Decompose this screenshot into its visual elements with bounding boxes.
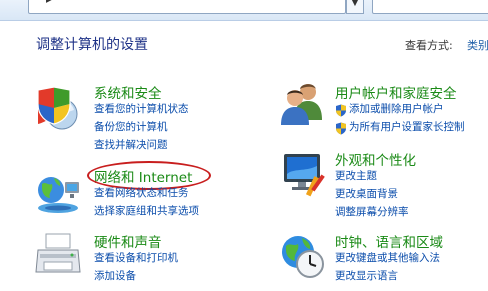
link-backup-computer[interactable]: 备份您的计算机	[94, 121, 168, 134]
printer-icon[interactable]	[34, 232, 82, 280]
uac-shield-icon	[336, 122, 346, 135]
breadcrumb-chevron-icon[interactable]: ▸	[46, 0, 52, 6]
category-title-clock-language[interactable]: 时钟、语言和区域	[335, 231, 443, 251]
link-change-keyboard-input[interactable]: 更改键盘或其他输入法	[335, 252, 440, 265]
address-field[interactable]	[28, 0, 346, 14]
clock-globe-icon[interactable]	[278, 232, 326, 280]
category-title-user-accounts[interactable]: 用户帐户和家庭安全	[335, 82, 457, 102]
view-by-selector[interactable]: 类别	[467, 37, 488, 53]
link-add-device[interactable]: 添加设备	[94, 270, 136, 283]
link-view-computer-status[interactable]: 查看您的计算机状态	[94, 103, 189, 116]
uac-shield-icon	[336, 104, 346, 117]
address-dropdown-button[interactable]: ▼	[346, 0, 364, 14]
link-change-desktop-background[interactable]: 更改桌面背景	[335, 188, 398, 201]
users-icon[interactable]	[278, 80, 326, 128]
link-adjust-resolution[interactable]: 调整屏幕分辨率	[335, 206, 409, 219]
link-parental-controls[interactable]: 为所有用户设置家长控制	[349, 121, 465, 134]
category-title-system-security[interactable]: 系统和安全	[94, 82, 162, 102]
category-title-hardware-sound[interactable]: 硬件和声音	[94, 231, 162, 251]
view-by-label: 查看方式:	[405, 39, 453, 52]
link-change-theme[interactable]: 更改主题	[335, 170, 377, 183]
link-network-status-tasks[interactable]: 查看网络状态和任务	[94, 187, 189, 200]
link-add-remove-users[interactable]: 添加或删除用户帐户	[349, 103, 444, 116]
page-title: 调整计算机的设置	[36, 37, 148, 53]
search-input[interactable]	[372, 0, 488, 14]
category-title-appearance[interactable]: 外观和个性化	[335, 149, 416, 169]
security-shield-icon[interactable]	[34, 84, 82, 132]
highlight-annotation-ellipse	[87, 161, 211, 190]
network-globe-icon[interactable]	[34, 168, 82, 216]
link-change-display-language[interactable]: 更改显示语言	[335, 270, 398, 283]
link-devices-printers[interactable]: 查看设备和打印机	[94, 252, 178, 265]
link-find-fix-problems[interactable]: 查找并解决问题	[94, 139, 168, 152]
appearance-monitor-icon[interactable]	[278, 150, 326, 198]
link-homegroup-sharing[interactable]: 选择家庭组和共享选项	[94, 205, 199, 218]
